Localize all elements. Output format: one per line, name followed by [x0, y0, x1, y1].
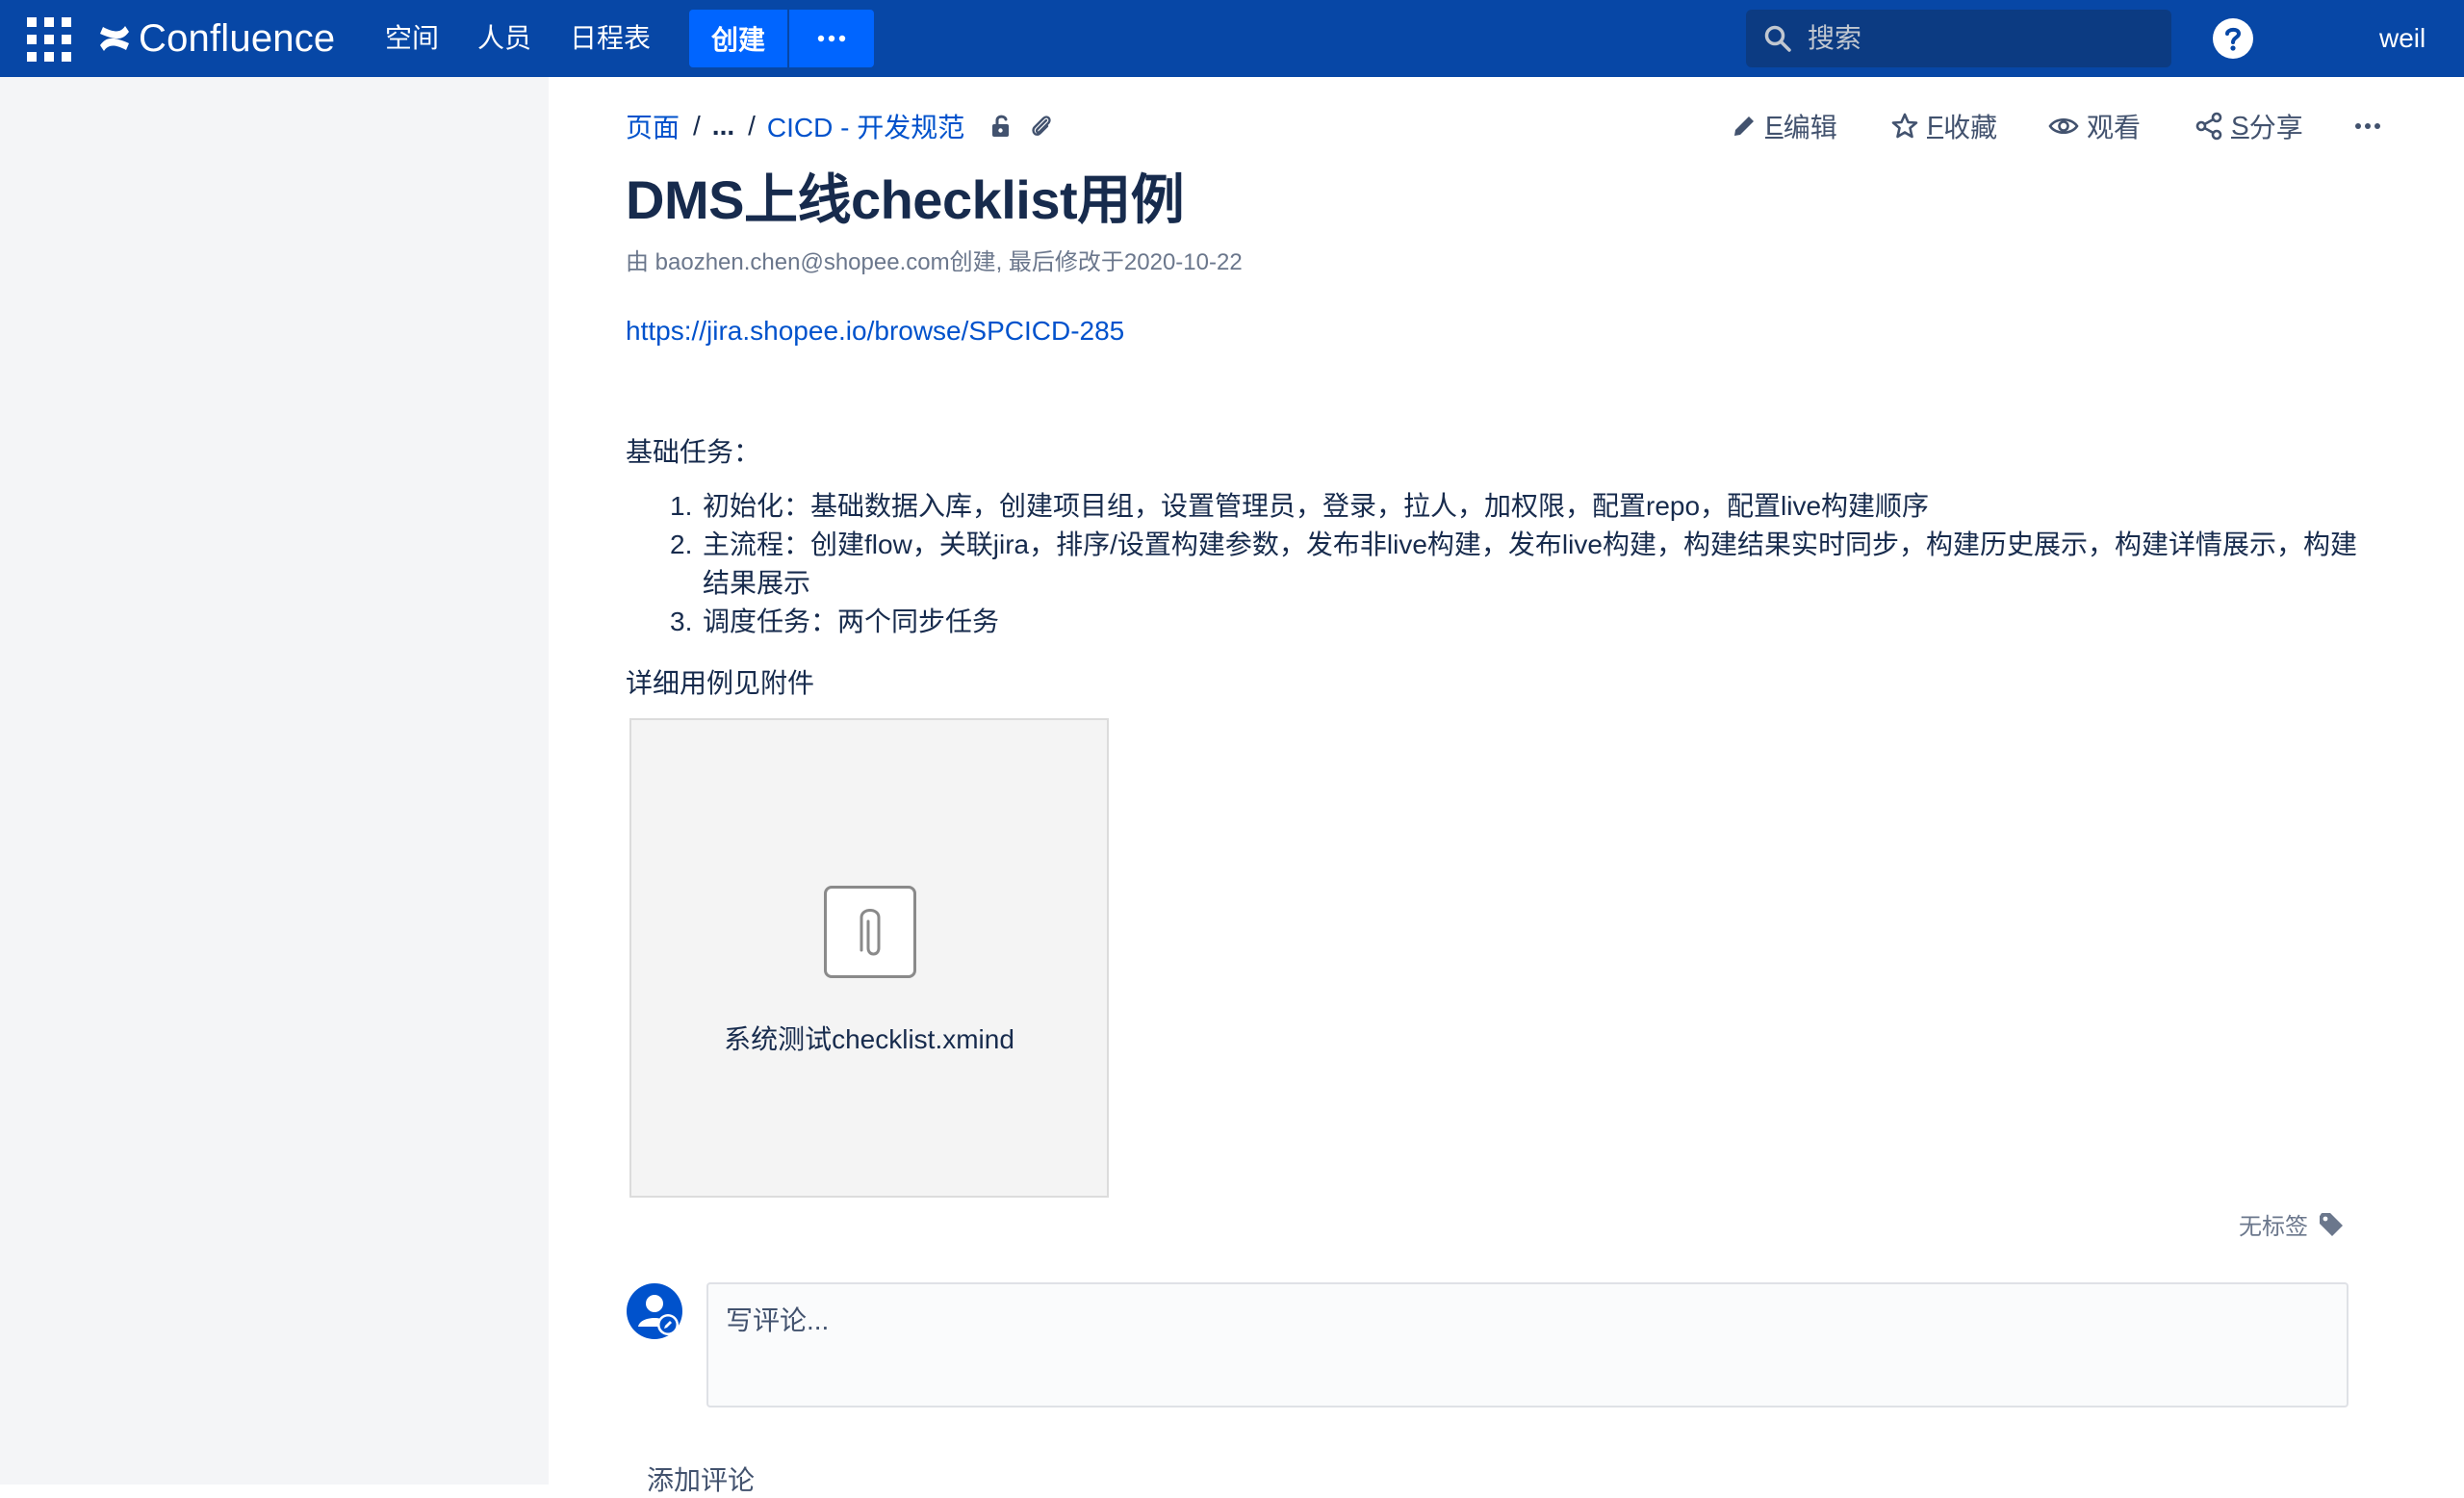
confluence-logo[interactable]: Confluence — [98, 13, 335, 64]
breadcrumb-pages[interactable]: 页面 — [626, 107, 680, 145]
confluence-logo-icon — [100, 26, 129, 51]
task-list: 1. 初始化：基础数据入库，创建项目组，设置管理员，登录，拉人，加权限，配置rep… — [626, 487, 2358, 641]
edit-label: 编辑 — [1783, 113, 1837, 142]
list-item: 3. 调度任务：两个同步任务 — [626, 603, 2358, 641]
watch-label: 观看 — [2087, 113, 2142, 142]
ellipsis-icon — [2355, 123, 2380, 129]
comment-input[interactable]: 写评论... — [706, 1282, 2348, 1408]
nav-calendar[interactable]: 日程表 — [570, 19, 651, 58]
search-box[interactable] — [1746, 10, 2171, 67]
create-button[interactable]: 创建 — [689, 10, 787, 67]
breadcrumb-ellipsis[interactable]: ... — [712, 111, 734, 142]
list-text: 初始化：基础数据入库，创建项目组，设置管理员，登录，拉人，加权限，配置repo，… — [703, 491, 1930, 521]
sidebar — [0, 77, 549, 1485]
list-number: 1. — [670, 491, 693, 521]
tag-icon — [2320, 1212, 2343, 1236]
list-number: 2. — [670, 529, 693, 559]
paperclip-icon — [824, 886, 916, 978]
edit-button[interactable]: E 编辑 — [1731, 106, 1837, 146]
list-item: 1. 初始化：基础数据入库，创建项目组，设置管理员，登录，拉人，加权限，配置rep… — [626, 487, 2358, 526]
edit-shortcut: E — [1765, 111, 1784, 141]
breadcrumb: 页面 / ... / CICD - 开发规范 — [626, 106, 1053, 146]
pencil-icon — [1734, 116, 1754, 136]
share-icon — [2195, 112, 2222, 141]
search-input[interactable] — [1806, 22, 2156, 55]
app-name: Confluence — [139, 16, 336, 60]
favorite-button[interactable]: F 收藏 — [1890, 106, 1997, 146]
watch-button[interactable]: 观看 — [2048, 106, 2141, 146]
share-shortcut: S — [2231, 111, 2249, 141]
page-byline: 由 baozhen.chen@shopee.com创建, 最后修改于2020-1… — [626, 249, 1243, 275]
page-title: DMS上线checklist用例 — [626, 169, 1185, 230]
search-icon — [1764, 25, 1791, 52]
nav-people[interactable]: 人员 — [477, 19, 531, 58]
avatar[interactable] — [626, 1282, 683, 1340]
breadcrumb-separator: / — [748, 111, 756, 141]
share-button[interactable]: S 分享 — [2194, 106, 2303, 146]
attachment-card[interactable]: 系统测试checklist.xmind — [629, 718, 1109, 1198]
star-icon — [1891, 113, 1918, 139]
app-switcher-icon[interactable] — [25, 15, 73, 64]
list-text: 调度任务：两个同步任务 — [703, 607, 1000, 636]
labels-area[interactable]: 无标签 — [2239, 1207, 2345, 1241]
ellipsis-icon — [817, 35, 846, 42]
basic-tasks-heading: 基础任务： — [626, 437, 761, 467]
favorite-label: 收藏 — [1943, 113, 1998, 142]
share-label: 分享 — [2248, 113, 2303, 142]
unlock-icon[interactable] — [989, 113, 1014, 140]
paperclip-icon[interactable] — [1030, 113, 1053, 140]
list-text: 主流程：创建flow，关联jira，排序/设置构建参数，发布非live构建，发布… — [703, 529, 2357, 598]
breadcrumb-separator: / — [693, 111, 701, 141]
create-more-button[interactable] — [789, 10, 874, 67]
no-labels-text: 无标签 — [2239, 1214, 2308, 1240]
top-navigation-bar: Confluence 空间 人员 日程表 创建 weil — [0, 0, 2464, 77]
favorite-shortcut: F — [1927, 111, 1944, 141]
nav-spaces[interactable]: 空间 — [385, 19, 439, 58]
list-number: 3. — [670, 607, 693, 636]
jira-link[interactable]: https://jira.shopee.io/browse/SPCICD-285 — [626, 316, 1124, 347]
attachment-name: 系统测试checklist.xmind — [724, 1024, 1014, 1054]
comment-placeholder: 写评论... — [726, 1305, 830, 1335]
user-menu[interactable]: weil — [2379, 19, 2426, 58]
list-item: 2. 主流程：创建flow，关联jira，排序/设置构建参数，发布非live构建，… — [626, 526, 2358, 603]
breadcrumb-parent[interactable]: CICD - 开发规范 — [767, 107, 964, 145]
more-actions-button[interactable] — [2354, 106, 2389, 146]
add-comment-button[interactable]: 添加评论 — [647, 1459, 755, 1498]
eye-icon — [2048, 117, 2079, 135]
avatar-icon — [627, 1283, 682, 1339]
detail-heading: 详细用例见附件 — [626, 668, 815, 698]
help-icon[interactable] — [2212, 17, 2254, 60]
